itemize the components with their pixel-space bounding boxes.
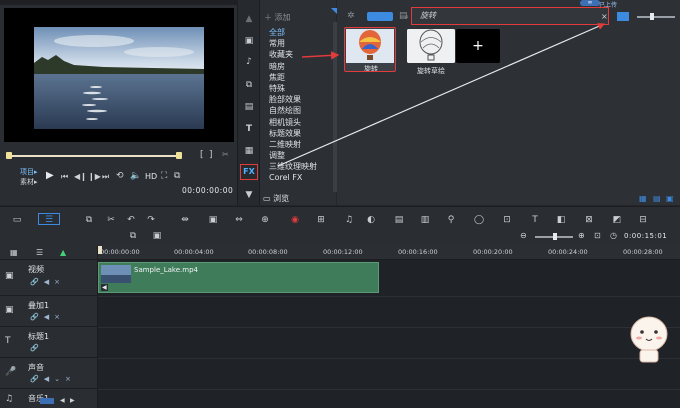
fit-project-icon[interactable]: ⊡	[594, 231, 601, 240]
overlay-track-icon: ▣	[5, 305, 14, 315]
track-voice-controls[interactable]: 🔗◀⌄×	[30, 375, 76, 383]
timeline-view-icon[interactable]: ☰	[38, 213, 60, 225]
screen-capture-icon[interactable]: ⊟	[636, 214, 650, 226]
motion-icon[interactable]: ⊕	[258, 214, 272, 226]
project-duration: 0:00:15:01	[624, 232, 668, 240]
track-divider	[98, 358, 680, 359]
ruler-tick: 00:00:16:00	[398, 248, 438, 256]
clip-name: Sample_Lake.mp4	[134, 266, 198, 274]
track-title[interactable]: T 标题1 🔗	[0, 327, 98, 358]
track-title-label: 标题1	[28, 332, 50, 341]
record-icon[interactable]: ◉	[288, 214, 302, 226]
track-voice[interactable]: 🎤 声音 🔗◀⌄×	[0, 358, 98, 389]
video-clip[interactable]: Sample_Lake.mp4 ◀	[98, 262, 379, 293]
clip-audio-icon: ◀	[101, 284, 108, 291]
zoom-slider-knob[interactable]	[553, 233, 557, 240]
undo-icon[interactable]: ↶	[124, 214, 138, 226]
image-editor-icon[interactable]: ◩	[610, 214, 624, 226]
subtitle-icon[interactable]: ▤	[392, 214, 406, 226]
ruler-tick: 00:00:12:00	[323, 248, 363, 256]
path-icon[interactable]: ◯	[472, 214, 486, 226]
copy-icon[interactable]: ⧉	[82, 214, 96, 226]
timeline-scroll-indicator[interactable]	[40, 398, 54, 404]
track-overlay-controls[interactable]: 🔗◀×	[30, 313, 65, 321]
3d-title-icon[interactable]: T	[528, 214, 542, 226]
tracks-area: Sample_Lake.mp4 ◀	[98, 260, 680, 408]
timeline-ruler[interactable]: 00:00:00:00 00:00:04:00 00:00:08:00 00:0…	[98, 246, 680, 260]
track-title-controls[interactable]: 🔗	[30, 344, 44, 352]
track-overlay[interactable]: ▣ 叠加1 🔗◀×	[0, 296, 98, 327]
ruler-tick: 00:00:24:00	[548, 248, 588, 256]
video-track-icon: ▣	[5, 271, 14, 281]
tools-icon[interactable]: ✂	[104, 214, 118, 226]
fit-icon[interactable]: ⇹	[178, 214, 192, 226]
pan-zoom-icon[interactable]: ▣	[206, 214, 220, 226]
clip-thumbnail	[101, 265, 131, 283]
voice-track-icon: 🎤	[5, 367, 17, 377]
timeline-export-icon[interactable]: ▣	[150, 230, 164, 242]
title-track-icon: T	[5, 336, 11, 346]
zoom-out-icon[interactable]: ⊖	[520, 231, 527, 240]
track-overlay-label: 叠加1	[28, 301, 50, 310]
track-divider	[98, 296, 680, 297]
mask-icon[interactable]: ◐	[364, 214, 378, 226]
motion-track-icon[interactable]: ⚲	[444, 214, 458, 226]
music-track-icon: ♫	[5, 394, 14, 404]
multicam-icon[interactable]: ▥	[418, 214, 432, 226]
track-divider	[98, 389, 680, 390]
track-divider	[98, 327, 680, 328]
marker-icon[interactable]: ▲	[60, 248, 66, 257]
track-header-toolbar: ▦ ☰ ▲	[0, 246, 98, 260]
clock-icon[interactable]: ◷	[610, 231, 617, 240]
auto-music-icon[interactable]: ♫	[342, 214, 356, 226]
storyboard-preview-icon[interactable]: ⧉	[126, 230, 140, 242]
split-screen-icon[interactable]: ⊡	[500, 214, 514, 226]
mascot-sticker	[630, 316, 668, 363]
ruler-tick: 00:00:04:00	[174, 248, 214, 256]
color-grading-icon[interactable]: ◧	[554, 214, 568, 226]
track-headers: ▦ ☰ ▲ ▣ 视频 🔗◀× ▣ 叠加1 🔗◀× T 标题1 🔗 🎤 声音 🔗◀…	[0, 246, 98, 408]
playhead[interactable]	[98, 246, 102, 254]
ruler-tick: 00:00:28:00	[623, 248, 663, 256]
track-video-label: 视频	[28, 265, 44, 274]
lens-correction-icon[interactable]: ⊠	[582, 214, 596, 226]
speed-icon[interactable]: ⇔	[232, 214, 246, 226]
zoom-in-icon[interactable]: ⊕	[578, 231, 585, 240]
scroll-right-icon[interactable]: ▶	[70, 397, 75, 404]
timeline-toolbar: ▭ ☰ ⧉ ✂ ↶ ↷ ⇹ ▣ ⇔ ⊕ ◉ ⊞ ♫ ◐ ▤ ▥ ⚲ ◯ ⊡ T …	[0, 206, 680, 246]
ruler-tick: 00:00:08:00	[248, 248, 288, 256]
ruler-tick: 00:00:20:00	[473, 248, 513, 256]
track-voice-label: 声音	[28, 363, 44, 372]
track-video[interactable]: ▣ 视频 🔗◀×	[0, 260, 98, 296]
chapter-icon[interactable]: ☰	[36, 248, 43, 257]
mixer-icon[interactable]: ⊞	[314, 214, 328, 226]
scroll-left-icon[interactable]: ◀	[60, 397, 65, 404]
storyboard-view-icon[interactable]: ▭	[10, 214, 24, 226]
ruler-tick: 00:00:00:00	[100, 248, 140, 256]
redo-icon[interactable]: ↷	[144, 214, 158, 226]
track-manager-icon[interactable]: ▦	[10, 248, 18, 257]
track-video-controls[interactable]: 🔗◀×	[30, 278, 65, 286]
